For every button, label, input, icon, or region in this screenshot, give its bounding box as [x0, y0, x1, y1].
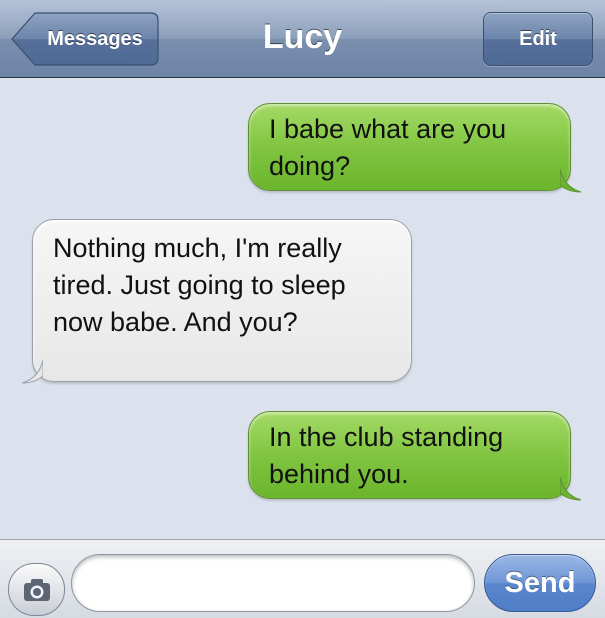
camera-button[interactable] — [8, 563, 65, 616]
compose-bar: Send — [0, 539, 605, 618]
navigation-bar: Messages Lucy Edit — [0, 0, 605, 78]
bubble-tail — [560, 169, 582, 193]
send-button[interactable]: Send — [484, 554, 596, 612]
camera-icon — [24, 579, 50, 601]
message-text: I babe what are you doing? — [269, 114, 507, 181]
outgoing-message-bubble[interactable]: In the club standing behind you. — [248, 411, 582, 501]
conversation-thread: I babe what are you doing? Nothing much,… — [0, 79, 605, 539]
incoming-message-bubble[interactable]: Nothing much, I'm really tired. Just goi… — [21, 219, 412, 384]
bubble-tail — [560, 477, 582, 501]
edit-button[interactable]: Edit — [483, 12, 593, 66]
message-input[interactable] — [71, 554, 475, 612]
message-text: In the club standing behind you. — [269, 422, 504, 489]
message-text: Nothing much, I'm really tired. Just goi… — [53, 233, 346, 337]
outgoing-message-bubble[interactable]: I babe what are you doing? — [248, 103, 582, 193]
bubble-tail — [21, 360, 43, 384]
